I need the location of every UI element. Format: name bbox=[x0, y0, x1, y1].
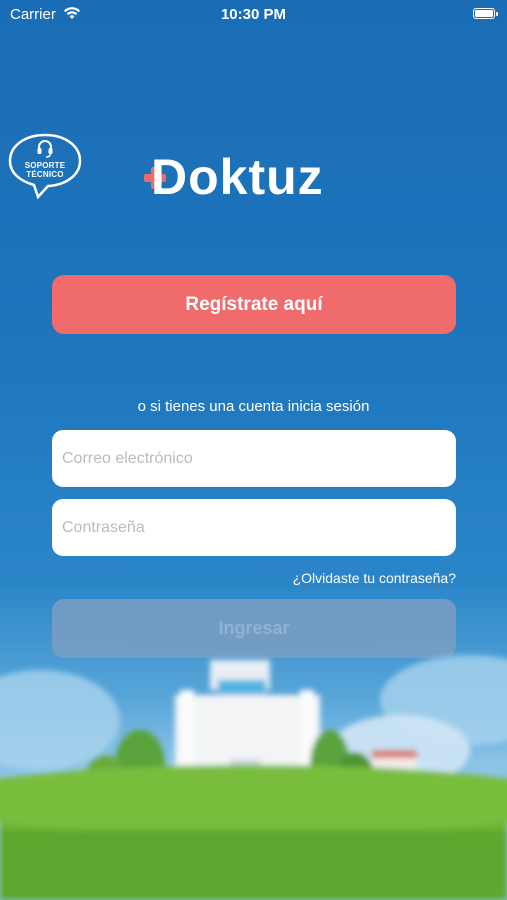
city-landscape-illustration bbox=[0, 655, 507, 900]
forgot-password-link[interactable]: ¿Olvidaste tu contraseña? bbox=[293, 570, 456, 586]
support-button[interactable]: SOPORTE TÉCNICO bbox=[8, 133, 82, 199]
logo-text: Doktuz bbox=[151, 149, 324, 205]
clock: 10:30 PM bbox=[220, 6, 287, 23]
support-label: SOPORTE TÉCNICO bbox=[12, 161, 78, 179]
email-field[interactable] bbox=[52, 430, 456, 487]
battery-icon bbox=[473, 8, 498, 19]
login-hint: o si tienes una cuenta inicia sesión bbox=[137, 398, 370, 415]
password-field[interactable] bbox=[52, 499, 456, 556]
support-label-line2: TÉCNICO bbox=[26, 170, 64, 179]
register-button[interactable]: Regístrate aquí bbox=[52, 275, 456, 334]
headset-icon bbox=[37, 140, 53, 158]
app-logo: Doktuz bbox=[143, 148, 368, 205]
status-bar: Carrier 10:30 PM bbox=[0, 0, 507, 30]
support-label-line1: SOPORTE bbox=[24, 161, 66, 170]
